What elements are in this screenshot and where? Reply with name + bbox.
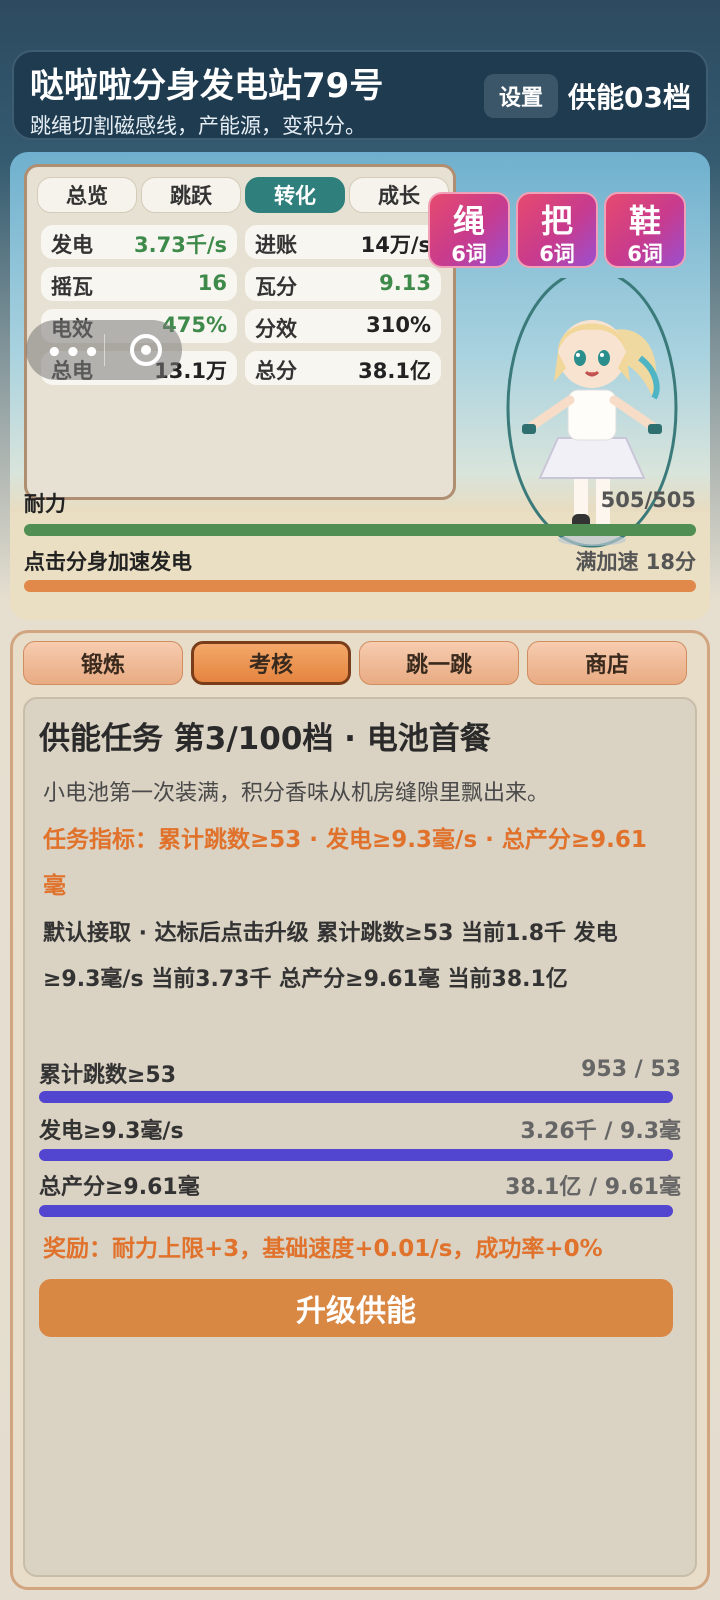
stat-label: 进账 (255, 233, 297, 257)
stat-value: 310% (366, 313, 431, 337)
stat-value: 16 (197, 271, 227, 295)
badge-rope[interactable]: 绳 6词 (428, 192, 510, 268)
stamina-label: 耐力 (24, 492, 66, 516)
nav-tab-jump[interactable]: 跳一跳 (359, 641, 519, 685)
progress-label-jumps: 累计跳数≥53 (39, 1063, 177, 1088)
boost-bar (24, 580, 696, 592)
stat-cell-watt-score: 瓦分 9.13 (245, 267, 441, 301)
tab-overview[interactable]: 总览 (37, 177, 137, 213)
stat-value: 3.73千/s (134, 233, 227, 257)
progress-label-score: 总产分≥9.61毫 (39, 1175, 200, 1200)
reward-text: 奖励：耐力上限+3，基础速度+0.01/s，成功率+0% (43, 1236, 603, 1262)
stat-label: 摇瓦 (51, 275, 93, 299)
stat-cell-total-score: 总分 38.1亿 (245, 351, 441, 385)
target-icon[interactable] (130, 334, 162, 366)
station-subtitle: 跳绳切割磁感线，产能源，变积分。 (30, 114, 366, 138)
stat-cell-crank-watt: 摇瓦 16 (41, 267, 237, 301)
nav-tab-training[interactable]: 锻炼 (23, 641, 183, 685)
stat-cell-income: 进账 14万/s (245, 225, 441, 259)
supply-level-label: 供能03档 (568, 81, 691, 114)
badge-handle[interactable]: 把 6词 (516, 192, 598, 268)
boost-value: 满加速 18分 (575, 550, 696, 574)
stat-value: 38.1亿 (358, 359, 431, 383)
badge-shoes[interactable]: 鞋 6词 (604, 192, 686, 268)
main-panel: 锻炼 考核 跳一跳 商店 供能任务 第3/100档 · 电池首餐 小电池第一次装… (10, 630, 710, 1590)
progress-value-score: 38.1亿 / 9.61毫 (505, 1175, 681, 1200)
badge-count: 6词 (539, 242, 575, 266)
station-title: 哒啦啦分身发电站79号 (30, 66, 384, 106)
generator-scene: 总览 跳跃 转化 成长 发电 3.73千/s 进账 14万/s 摇瓦 16 瓦分… (10, 152, 710, 620)
stat-label: 分效 (255, 317, 297, 341)
tab-jump[interactable]: 跳跃 (141, 177, 241, 213)
stat-label: 发电 (51, 233, 93, 257)
task-card: 供能任务 第3/100档 · 电池首餐 小电池第一次装满，积分香味从机房缝隙里飘… (23, 697, 697, 1577)
badge-char: 鞋 (628, 202, 661, 240)
progress-label-power: 发电≥9.3毫/s (39, 1119, 184, 1144)
stamina-bar (24, 524, 696, 536)
progress-value-jumps: 953 / 53 (581, 1057, 681, 1082)
boost-label[interactable]: 点击分身加速发电 (24, 546, 192, 576)
task-status: 默认接取 · 达标后点击升级 累计跳数≥53 当前1.8千 发电≥9.3毫/s … (43, 921, 618, 992)
floating-capsule[interactable]: ••• (26, 320, 182, 380)
stat-label: 总分 (255, 359, 297, 383)
nav-tab-shop[interactable]: 商店 (527, 641, 687, 685)
progress-bar-power (39, 1149, 673, 1161)
progress-bar-score (39, 1205, 673, 1217)
task-title: 供能任务 第3/100档 · 电池首餐 (39, 721, 491, 757)
stat-cell-power: 发电 3.73千/s (41, 225, 237, 259)
stat-label: 瓦分 (255, 275, 297, 299)
badge-count: 6词 (451, 242, 487, 266)
stat-value: 9.13 (379, 271, 431, 295)
stamina-value: 505/505 (600, 488, 696, 512)
badge-count: 6词 (627, 242, 663, 266)
task-target: 任务指标：累计跳数≥53 · 发电≥9.3毫/s · 总产分≥9.61毫 (43, 827, 647, 899)
task-description: 小电池第一次装满，积分香味从机房缝隙里飘出来。 (43, 781, 550, 806)
settings-button[interactable]: 设置 (484, 74, 558, 118)
capsule-divider (104, 334, 105, 366)
badge-char: 把 (540, 202, 573, 240)
stat-value: 14万/s (360, 233, 431, 257)
tab-convert[interactable]: 转化 (245, 177, 345, 213)
progress-bar-jumps (39, 1091, 673, 1103)
stat-cell-score-efficiency: 分效 310% (245, 309, 441, 343)
nav-tab-assessment[interactable]: 考核 (191, 641, 351, 685)
station-header: 哒啦啦分身发电站79号 跳绳切割磁感线，产能源，变积分。 设置 供能03档 (12, 50, 708, 140)
progress-value-power: 3.26千 / 9.3毫 (520, 1119, 681, 1144)
upgrade-button[interactable]: 升级供能 (39, 1279, 673, 1337)
more-icon[interactable]: ••• (46, 338, 102, 368)
badge-char: 绳 (452, 202, 485, 240)
